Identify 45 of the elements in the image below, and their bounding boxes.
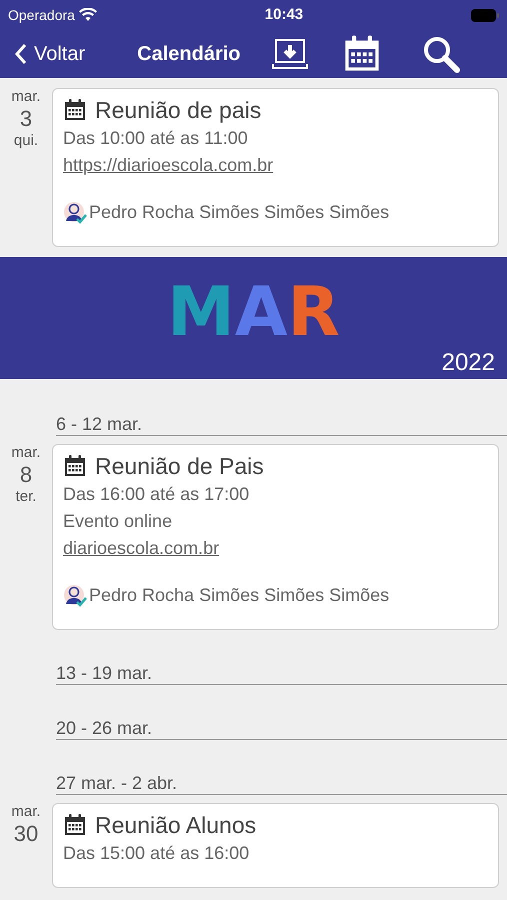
calendar-icon: [63, 454, 87, 478]
event-title: Reunião de pais: [95, 96, 262, 125]
calendar-icon: [63, 813, 87, 837]
week-header: 6 - 12 mar.: [56, 413, 507, 436]
event-detail: Evento online: [63, 510, 174, 533]
carrier-label: Operadora: [8, 6, 75, 25]
event-link[interactable]: diarioescola.com.br: [63, 535, 220, 562]
clock-time: 10:43: [264, 4, 304, 25]
week-header: 27 mar. - 2 abr.: [56, 772, 507, 795]
date-day: 8: [20, 462, 32, 488]
date-day: 30: [14, 821, 38, 847]
event-detail: Das 16:00 até as 17:00: [63, 483, 250, 506]
date-weekday: ter.: [16, 488, 36, 506]
date-month: mar.: [11, 88, 41, 106]
person-check-icon: [63, 200, 87, 224]
person-check-icon: [63, 584, 87, 608]
person-name: Pedro Rocha Simões Simões Simões: [89, 201, 390, 224]
download-button[interactable]: [270, 36, 309, 72]
event-card[interactable]: Reunião de pais Das 10:00 até as 11:00 https://diarioescola.com.br Pedro Rocha Simões Simões Simões: [52, 88, 499, 247]
download-icon: [272, 38, 308, 70]
week-header: 20 - 26 mar.: [56, 717, 507, 740]
screen-title: Calendário: [137, 42, 241, 67]
event-title: Reunião de Pais: [95, 452, 264, 481]
person-name: Pedro Rocha Simões Simões Simões: [89, 584, 390, 607]
event-card[interactable]: Reunião de Pais Das 16:00 até as 17:00 Evento online diarioescola.com.br Pedro Rocha Simões Simões Simões: [52, 444, 499, 630]
month-letter: A: [234, 277, 288, 349]
event-detail: Das 10:00 até as 11:00: [63, 127, 249, 150]
week-header: 13 - 19 mar.: [56, 662, 507, 685]
calendar-icon: [63, 98, 87, 122]
date-weekday: qui.: [14, 132, 38, 150]
event-title: Reunião Alunos: [95, 811, 256, 840]
date-month: mar.: [11, 444, 41, 462]
year-label: 2022: [442, 349, 495, 377]
month-letter: M: [167, 277, 235, 349]
month-letter: R: [287, 277, 340, 349]
battery-icon: [471, 8, 499, 22]
date-day: 3: [20, 106, 32, 132]
wifi-icon: [78, 8, 97, 22]
search-icon: [422, 35, 460, 73]
event-detail: Das 15:00 até as 16:00: [63, 842, 250, 865]
back-button[interactable]: Voltar: [14, 39, 86, 69]
event-card[interactable]: Reunião Alunos Das 15:00 até as 16:00: [52, 803, 499, 888]
date-month: mar.: [11, 803, 41, 821]
chevron-left-icon: [14, 43, 28, 65]
event-link[interactable]: https://diarioescola.com.br: [63, 152, 274, 179]
